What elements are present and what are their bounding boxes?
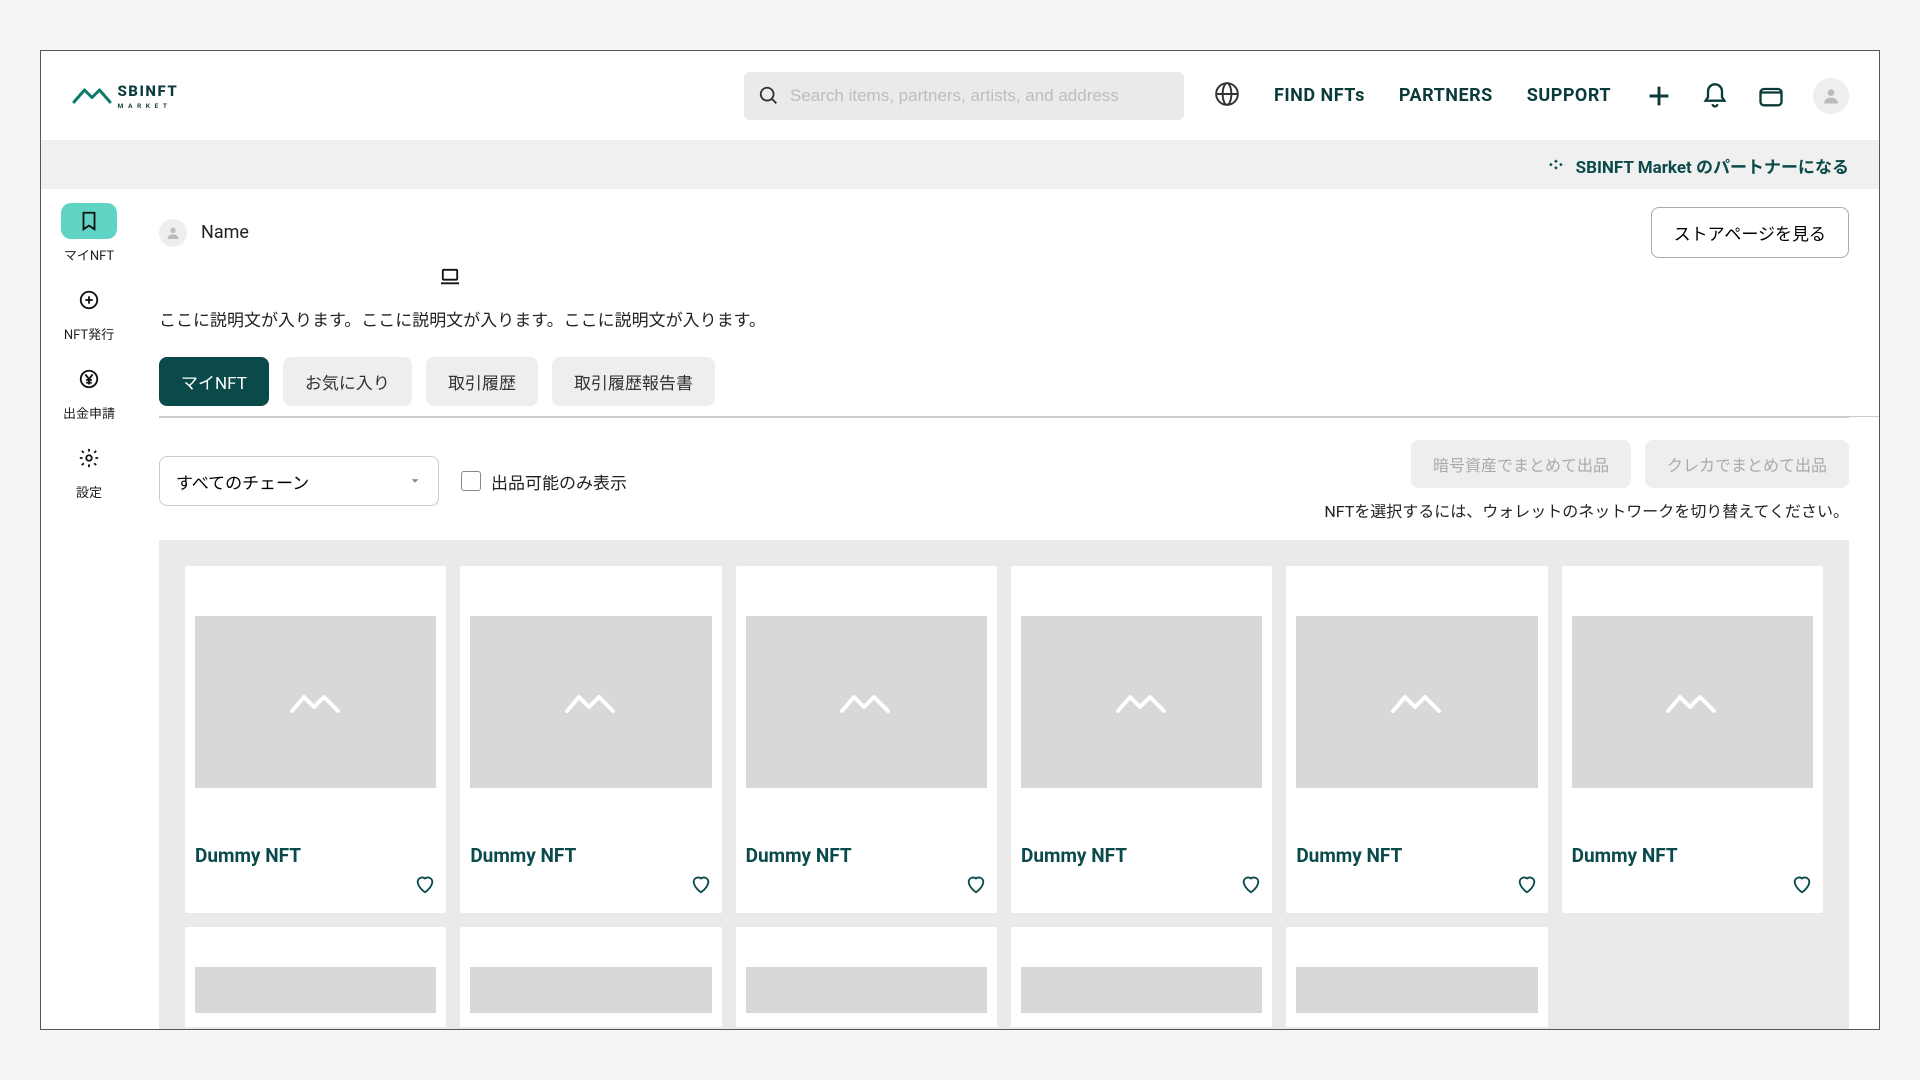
nft-card-title: Dummy NFT <box>1021 844 1262 867</box>
bookmark-icon <box>78 210 100 232</box>
search-input[interactable] <box>790 86 1170 106</box>
nft-image-placeholder <box>470 967 711 1013</box>
sidebar-item-withdraw[interactable]: 出金申請 <box>41 361 137 422</box>
avatar[interactable] <box>1813 78 1849 114</box>
nft-image-placeholder <box>1296 967 1537 1013</box>
sidebar-item-label: NFT発行 <box>64 324 114 343</box>
nft-image-placeholder <box>746 967 987 1013</box>
nft-card[interactable] <box>1286 927 1547 1027</box>
tab-my-nft[interactable]: マイNFT <box>159 357 269 406</box>
nft-image-placeholder <box>1021 967 1262 1013</box>
tab-favorites[interactable]: お気に入り <box>283 357 412 406</box>
nft-card[interactable]: Dummy NFT <box>1011 566 1272 913</box>
plus-circle-icon <box>78 289 100 311</box>
sidebar-item-label: マイNFT <box>64 245 114 264</box>
divider <box>159 417 1849 418</box>
heart-icon[interactable] <box>1791 873 1813 899</box>
network-note: NFTを選択するには、ウォレットのネットワークを切り替えてください。 <box>1324 498 1849 522</box>
nft-image-placeholder <box>1021 616 1262 788</box>
search-box[interactable] <box>744 72 1184 120</box>
nav-find-nfts[interactable]: FIND NFTs <box>1274 85 1365 106</box>
logo[interactable]: SBINFT MARKET <box>71 79 251 113</box>
sidebar-item-mint[interactable]: NFT発行 <box>41 282 137 343</box>
nft-card[interactable]: Dummy NFT <box>185 566 446 913</box>
nft-card-title: Dummy NFT <box>1572 844 1813 867</box>
heart-icon[interactable] <box>414 873 436 899</box>
nft-card[interactable]: Dummy NFT <box>1562 566 1823 913</box>
chain-select[interactable]: すべてのチェーン <box>159 456 439 506</box>
chain-select-value: すべてのチェーン <box>176 469 309 494</box>
plus-icon[interactable] <box>1645 82 1673 110</box>
checkbox-label: 出品可能のみ表示 <box>491 469 627 494</box>
nft-image-placeholder <box>746 616 987 788</box>
nft-card[interactable] <box>1011 927 1272 1027</box>
svg-text:SBINFT: SBINFT <box>118 82 179 100</box>
heart-icon[interactable] <box>690 873 712 899</box>
profile-name: Name <box>201 222 249 243</box>
header: SBINFT MARKET FIND NFTs PARTNERS SUPPORT <box>41 51 1879 141</box>
heart-icon[interactable] <box>965 873 987 899</box>
search-icon <box>758 85 780 107</box>
language-icon[interactable] <box>1214 81 1240 111</box>
checkbox-box <box>461 471 481 491</box>
gear-icon <box>78 447 100 469</box>
partner-banner: SBINFT Market のパートナーになる <box>41 141 1879 189</box>
nft-card[interactable]: Dummy NFT <box>736 566 997 913</box>
nft-card[interactable] <box>736 927 997 1027</box>
sidebar-item-my-nft[interactable]: マイNFT <box>41 203 137 264</box>
nft-card[interactable]: Dummy NFT <box>1286 566 1547 913</box>
nft-card-title: Dummy NFT <box>1296 844 1537 867</box>
bell-icon[interactable] <box>1701 82 1729 110</box>
nft-card[interactable] <box>185 927 446 1027</box>
partner-link-label: SBINFT Market のパートナーになる <box>1576 153 1849 178</box>
heart-icon[interactable] <box>1240 873 1262 899</box>
sparkle-icon <box>1548 155 1568 175</box>
bulk-list-crypto-button: 暗号資産でまとめて出品 <box>1411 440 1631 488</box>
tab-report[interactable]: 取引履歴報告書 <box>552 357 715 406</box>
nft-card-title: Dummy NFT <box>470 844 711 867</box>
sidebar-item-label: 設定 <box>76 482 102 501</box>
nft-grid: Dummy NFT Dummy NFT Dummy NFT Dummy NFT Dumm… <box>159 540 1849 1029</box>
svg-text:MARKET: MARKET <box>118 102 172 110</box>
nft-image-placeholder <box>470 616 711 788</box>
profile-avatar <box>159 219 187 247</box>
nft-image-placeholder <box>195 616 436 788</box>
tabs: マイNFT お気に入り 取引履歴 取引履歴報告書 <box>159 357 1879 417</box>
view-store-button[interactable]: ストアページを見る <box>1651 207 1849 258</box>
nft-card[interactable] <box>460 927 721 1027</box>
sidebar-item-settings[interactable]: 設定 <box>41 440 137 501</box>
heart-icon[interactable] <box>1516 873 1538 899</box>
nft-image-placeholder <box>1296 616 1537 788</box>
chevron-down-icon <box>408 474 422 488</box>
nft-image-placeholder <box>1572 616 1813 788</box>
laptop-icon <box>439 268 461 286</box>
bulk-list-card-button: クレカでまとめて出品 <box>1645 440 1849 488</box>
sidebar: マイNFT NFT発行 出金申請 設定 <box>41 189 137 1029</box>
nav-partners[interactable]: PARTNERS <box>1399 85 1493 106</box>
yen-circle-icon <box>78 368 100 390</box>
main-content: Name ストアページを見る ここに説明文が入ります。ここに説明文が入ります。こ… <box>137 189 1879 1029</box>
partner-link[interactable]: SBINFT Market のパートナーになる <box>1548 153 1849 178</box>
nft-card[interactable]: Dummy NFT <box>460 566 721 913</box>
sidebar-item-label: 出金申請 <box>63 403 115 422</box>
nft-card-title: Dummy NFT <box>746 844 987 867</box>
nft-image-placeholder <box>195 967 436 1013</box>
nft-card-title: Dummy NFT <box>195 844 436 867</box>
listable-only-checkbox[interactable]: 出品可能のみ表示 <box>461 469 627 494</box>
profile-description: ここに説明文が入ります。ここに説明文が入ります。ここに説明文が入ります。 <box>159 306 1879 331</box>
wallet-icon[interactable] <box>1757 82 1785 110</box>
nav-support[interactable]: SUPPORT <box>1527 85 1611 106</box>
tab-history[interactable]: 取引履歴 <box>426 357 538 406</box>
